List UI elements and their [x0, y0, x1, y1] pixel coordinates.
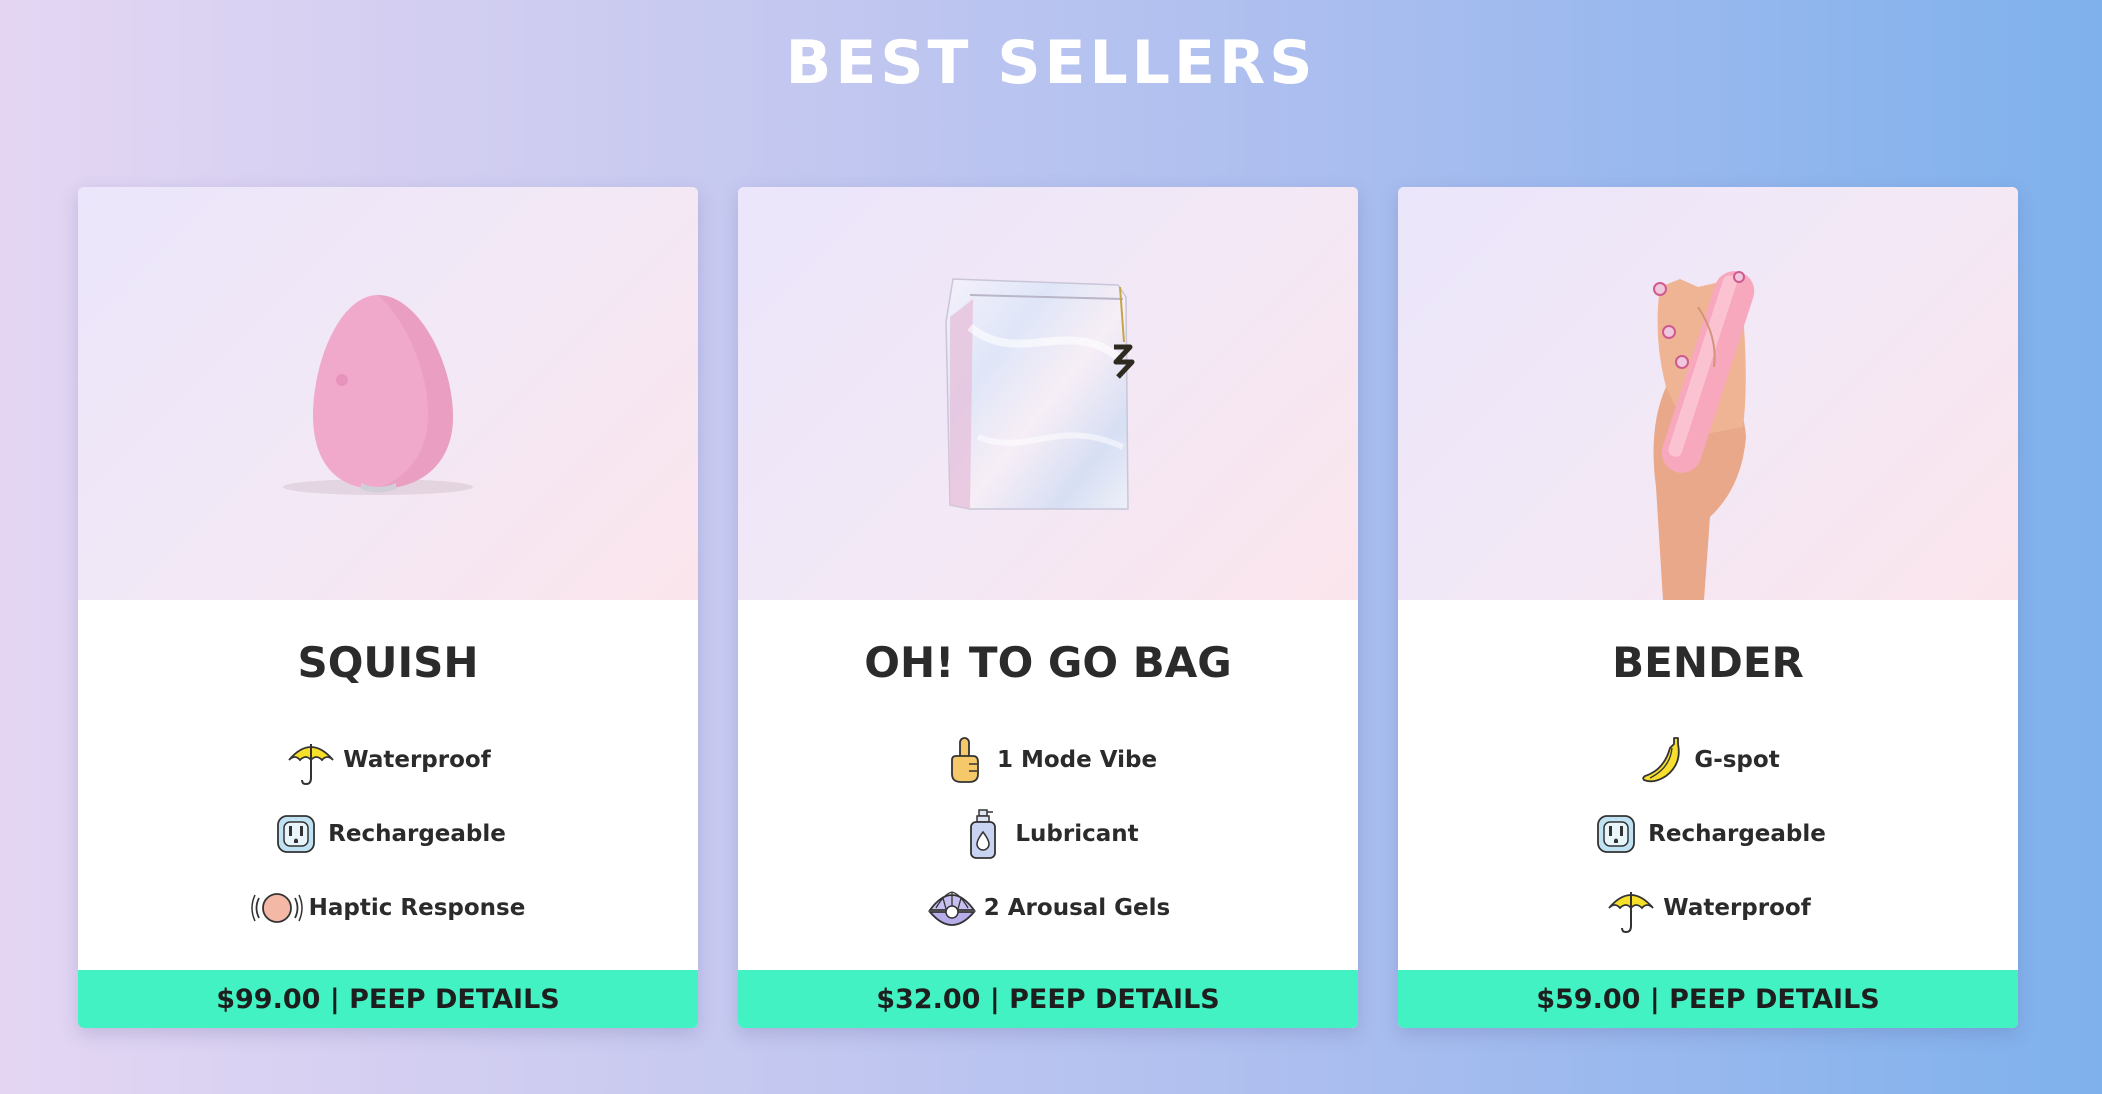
- separator: |: [980, 983, 1010, 1015]
- price: $59.00: [1536, 983, 1641, 1015]
- pointing-finger-icon: [939, 734, 991, 786]
- lubricant-bottle-icon: [957, 808, 1009, 860]
- bag-product-image: [945, 278, 1135, 510]
- feature-item: Waterproof: [1605, 871, 1811, 945]
- squish-product-image: [283, 295, 473, 495]
- product-card-bender[interactable]: BENDER G-spot Rechargeable Waterproof $5…: [1398, 187, 2018, 1028]
- product-image-squish[interactable]: [78, 187, 698, 600]
- feature-label: 1 Mode Vibe: [996, 747, 1158, 773]
- feature-list: G-spot Rechargeable Waterproof: [1398, 723, 2018, 945]
- feature-item: Rechargeable: [1590, 797, 1826, 871]
- umbrella-icon: [1605, 882, 1657, 934]
- oyster-pearl-icon: [926, 882, 978, 934]
- price-details-button[interactable]: $59.00 | PEEP DETAILS: [1398, 970, 2018, 1028]
- feature-item: G-spot: [1636, 723, 1780, 797]
- outlet-icon: [1590, 808, 1642, 860]
- price-details-button[interactable]: $99.00 | PEEP DETAILS: [78, 970, 698, 1028]
- feature-label: Rechargeable: [328, 821, 506, 847]
- cta-label: PEEP DETAILS: [1009, 983, 1220, 1015]
- product-name[interactable]: SQUISH: [78, 638, 698, 687]
- product-image-bender[interactable]: [1398, 187, 2018, 600]
- page-title: BEST SELLERS: [785, 28, 1317, 98]
- feature-label: Lubricant: [1015, 821, 1139, 847]
- feature-list: Waterproof Rechargeable Haptic Response: [78, 723, 698, 945]
- feature-label: Waterproof: [343, 747, 491, 773]
- feature-label: Haptic Response: [308, 895, 526, 921]
- price-details-button[interactable]: $32.00 | PEEP DETAILS: [738, 970, 1358, 1028]
- feature-item: Lubricant: [957, 797, 1139, 871]
- feature-item: 2 Arousal Gels: [926, 871, 1170, 945]
- feature-label: 2 Arousal Gels: [983, 895, 1171, 921]
- product-name[interactable]: BENDER: [1398, 638, 2018, 687]
- feature-label: Waterproof: [1663, 895, 1811, 921]
- feature-list: 1 Mode Vibe Lubricant 2 Arousal Gels: [738, 723, 1358, 945]
- bender-product-image: [1653, 271, 1755, 600]
- feature-item: Haptic Response: [250, 871, 526, 945]
- banana-icon: [1636, 734, 1688, 786]
- product-name[interactable]: OH! TO GO BAG: [738, 638, 1358, 687]
- feature-item: 1 Mode Vibe: [939, 723, 1157, 797]
- feature-label: Rechargeable: [1648, 821, 1826, 847]
- separator: |: [1640, 983, 1670, 1015]
- feature-item: Waterproof: [285, 723, 491, 797]
- feature-item: Rechargeable: [270, 797, 506, 871]
- haptic-icon: [250, 882, 303, 934]
- feature-label: G-spot: [1694, 747, 1780, 773]
- outlet-icon: [270, 808, 322, 860]
- cta-label: PEEP DETAILS: [349, 983, 560, 1015]
- product-grid: SQUISH Waterproof Rechargeable Haptic Re…: [78, 187, 2018, 1028]
- cta-label: PEEP DETAILS: [1669, 983, 1880, 1015]
- product-card-oh-to-go-bag[interactable]: OH! TO GO BAG 1 Mode Vibe Lubricant 2 Ar…: [738, 187, 1358, 1028]
- product-image-oh-to-go-bag[interactable]: [738, 187, 1358, 600]
- price: $32.00: [876, 983, 981, 1015]
- separator: |: [320, 983, 350, 1015]
- umbrella-icon: [285, 734, 337, 786]
- product-card-squish[interactable]: SQUISH Waterproof Rechargeable Haptic Re…: [78, 187, 698, 1028]
- price: $99.00: [216, 983, 321, 1015]
